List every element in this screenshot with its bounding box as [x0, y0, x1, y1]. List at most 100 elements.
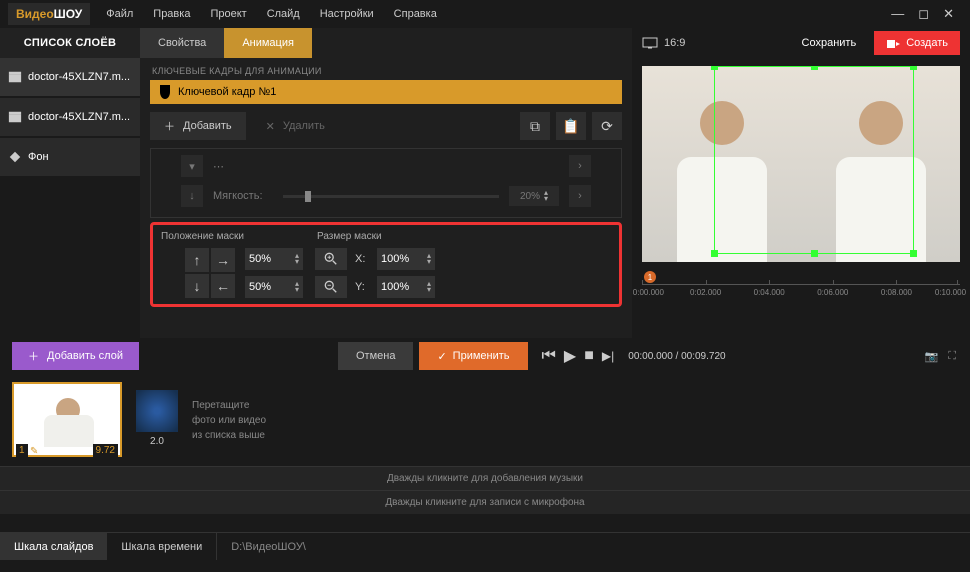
save-button[interactable]: Сохранить	[792, 31, 867, 55]
preview-panel: 16:9 Сохранить Создать 1 0:00.000 0:	[632, 28, 970, 338]
transition-slot[interactable]: 2.0	[136, 382, 178, 458]
preview-viewport[interactable]	[642, 66, 960, 262]
plus-icon: ＋	[28, 348, 39, 364]
check-icon: ✓	[437, 350, 446, 363]
pencil-icon[interactable]: ✎	[30, 446, 38, 457]
maximize-icon[interactable]: ◻	[918, 6, 929, 22]
zoom-in-button[interactable]	[315, 248, 347, 270]
export-icon	[886, 37, 900, 49]
aspect-selector[interactable]: 16:9	[642, 37, 685, 49]
dpad-up[interactable]: ↑	[185, 248, 209, 272]
menu-bar: ВидеоШОУ Файл Правка Проект Слайд Настро…	[0, 0, 970, 28]
clip-number: 1	[16, 444, 28, 457]
mask-size-y-input[interactable]: 100%▴▾	[377, 276, 435, 298]
mask-pos-y-input[interactable]: 50%▴▾	[245, 276, 303, 298]
clip-thumbnail[interactable]: 1 ✎ 9.72	[12, 382, 122, 457]
add-keyframe-button[interactable]: ＋ Добавить	[150, 112, 246, 140]
apply-label: Применить	[453, 350, 510, 362]
add-layer-label: Добавить слой	[47, 350, 123, 362]
logo-part2: ШОУ	[54, 7, 83, 21]
action-row: ＋ Добавить слой Отмена ✓ Применить ⏮ ▶ ■…	[0, 338, 970, 374]
transition-thumb	[136, 390, 178, 432]
zoom-in-icon	[324, 252, 338, 266]
y-label: Y:	[355, 281, 369, 293]
apply-button[interactable]: ✓ Применить	[419, 342, 527, 370]
create-button[interactable]: Создать	[874, 31, 960, 55]
softness-slider[interactable]	[283, 195, 499, 198]
zoom-out-button[interactable]	[315, 276, 347, 298]
x-label: X:	[355, 253, 369, 265]
add-layer-button[interactable]: ＋ Добавить слой	[12, 342, 139, 370]
tab-animation[interactable]: Анимация	[224, 28, 312, 58]
selection-box[interactable]	[714, 66, 914, 254]
menu-slide[interactable]: Слайд	[257, 8, 310, 20]
menu-settings[interactable]: Настройки	[310, 8, 384, 20]
chevron-icon: ›	[578, 190, 582, 202]
keyframe-marker-icon	[160, 85, 170, 99]
plus-icon: ＋	[164, 118, 175, 134]
clip-tray: 1 ✎ 9.72 2.0 Перетащите фото или видео и…	[0, 374, 970, 466]
paste-button[interactable]: 📋	[556, 112, 586, 140]
paste-icon: 📋	[562, 118, 579, 135]
delete-keyframe-button[interactable]: ✕ Удалить	[252, 112, 339, 140]
drop-hint: Перетащите фото или видео из списка выше	[192, 382, 266, 458]
layer-item-1[interactable]: doctor-45XLZN7.m...	[0, 98, 140, 136]
create-label: Создать	[906, 37, 948, 49]
layer-item-2[interactable]: Фон	[0, 138, 140, 176]
arrow-right-icon: →	[216, 252, 230, 268]
preview-timeline[interactable]: 1 0:00.000 0:02.000 0:04.000 0:06.000 0:…	[642, 270, 960, 296]
mask-size-x-input[interactable]: 100%▴▾	[377, 248, 435, 270]
dpad-down[interactable]: ↓	[185, 274, 209, 298]
monitor-icon	[642, 37, 658, 49]
aspect-label: 16:9	[664, 37, 685, 49]
keyframes-section-label: КЛЮЧЕВЫЕ КАДРЫ ДЛЯ АНИМАЦИИ	[140, 58, 632, 80]
copy-icon: ⧉	[530, 118, 540, 135]
dpad-left[interactable]: ←	[211, 274, 235, 298]
clapper-icon	[8, 110, 22, 124]
menu-help[interactable]: Справка	[384, 8, 447, 20]
transition-duration: 2.0	[136, 436, 178, 447]
add-label: Добавить	[183, 120, 232, 132]
fullscreen-icon[interactable]: ⛶	[948, 350, 956, 363]
cancel-button[interactable]: Отмена	[338, 342, 413, 370]
chevron-step2[interactable]: ›	[569, 185, 591, 207]
editor-tabs: Свойства Анимация	[140, 28, 632, 58]
tab-properties[interactable]: Свойства	[140, 28, 224, 58]
layer-item-0[interactable]: doctor-45XLZN7.m...	[0, 58, 140, 96]
add-mic-row[interactable]: Дважды кликните для записи с микрофона	[0, 490, 970, 514]
close-icon[interactable]: ✕	[943, 6, 954, 22]
minimize-icon[interactable]: —	[891, 6, 904, 22]
softness-value[interactable]: 20%▴▾	[509, 186, 559, 206]
collapse-toggle[interactable]: ▾	[181, 155, 203, 177]
mask-controls: Положение маски ↑ ← ↓ → 50%▴▾ 50%▴▾	[150, 222, 622, 307]
next-frame-button[interactable]: ▶|	[602, 349, 614, 363]
snapshot-icon[interactable]: 📷	[925, 350, 939, 363]
layer-label: doctor-45XLZN7.m...	[28, 71, 130, 83]
dpad-right[interactable]: →	[211, 248, 235, 272]
time-display: 00:00.000 / 00:09.720	[628, 351, 725, 362]
prev-frame-button[interactable]: ⏮	[542, 347, 556, 365]
stop-button[interactable]: ■	[584, 347, 594, 365]
arrow-down-btn[interactable]: ↓	[181, 185, 203, 207]
add-music-row[interactable]: Дважды кликните для добавления музыки	[0, 466, 970, 490]
playhead-marker[interactable]: 1	[644, 271, 656, 283]
menu-edit[interactable]: Правка	[143, 8, 200, 20]
softness-label: Мягкость:	[213, 190, 273, 202]
layer-label: doctor-45XLZN7.m...	[28, 111, 130, 123]
mask-pos-x-input[interactable]: 50%▴▾	[245, 248, 303, 270]
tab-timeline-scale[interactable]: Шкала времени	[107, 533, 216, 560]
arrow-left-icon: ←	[216, 278, 230, 294]
tab-slide-scale[interactable]: Шкала слайдов	[0, 533, 107, 560]
menu-project[interactable]: Проект	[200, 8, 256, 20]
layer-label: Фон	[28, 151, 49, 163]
copy-button[interactable]: ⧉	[520, 112, 550, 140]
mask-position-label: Положение маски	[159, 231, 303, 242]
refresh-button[interactable]: ⟳	[592, 112, 622, 140]
mask-size-label: Размер маски	[315, 231, 435, 242]
play-button[interactable]: ▶	[564, 346, 576, 366]
keyframe-row[interactable]: Ключевой кадр №1	[150, 80, 622, 104]
editor-panel: Свойства Анимация КЛЮЧЕВЫЕ КАДРЫ ДЛЯ АНИ…	[140, 28, 632, 338]
arrow-down-icon: ↓	[189, 190, 195, 202]
chevron-step[interactable]: ›	[569, 155, 591, 177]
menu-file[interactable]: Файл	[96, 8, 143, 20]
